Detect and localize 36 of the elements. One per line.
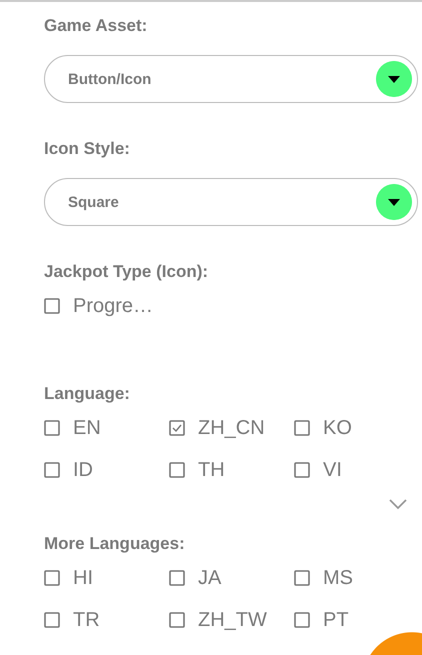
checkbox-icon[interactable] xyxy=(44,420,60,436)
checkbox-icon[interactable] xyxy=(44,298,60,314)
field-label: Game Asset: xyxy=(44,16,148,36)
dropdown-icon xyxy=(376,184,412,220)
field-label: Icon Style: xyxy=(44,139,131,159)
checkbox-icon[interactable] xyxy=(294,462,310,478)
dropdown-select[interactable]: Square xyxy=(44,178,418,226)
checkbox-option[interactable]: MS xyxy=(294,566,353,590)
checked-checkbox-icon[interactable] xyxy=(169,420,185,436)
checkbox-option[interactable]: JA xyxy=(169,566,222,590)
checkbox-option[interactable]: VI xyxy=(294,458,342,482)
checkbox-icon[interactable] xyxy=(169,462,185,478)
checkbox-icon[interactable] xyxy=(169,612,185,628)
checkbox-option[interactable]: ZH_CN xyxy=(169,416,265,440)
dropdown-icon xyxy=(376,61,412,97)
chevron-down-icon[interactable] xyxy=(388,498,408,510)
checkbox-option[interactable]: PT xyxy=(294,608,349,632)
checkbox-icon[interactable] xyxy=(44,612,60,628)
checkbox-option[interactable]: ZH_TW xyxy=(169,608,267,632)
section-label: More Languages: xyxy=(44,534,186,554)
dropdown-select[interactable]: Button/Icon xyxy=(44,55,418,103)
checkbox-icon[interactable] xyxy=(294,420,310,436)
checkbox-icon[interactable] xyxy=(169,570,185,586)
checkbox-option[interactable]: HI xyxy=(44,566,93,590)
checkbox-option[interactable]: KO xyxy=(294,416,352,440)
checkbox-option[interactable]: EN xyxy=(44,416,101,440)
checkbox-option[interactable]: ID xyxy=(44,458,93,482)
checkbox-icon[interactable] xyxy=(44,570,60,586)
checkbox-option[interactable]: TR xyxy=(44,608,100,632)
checkbox-option[interactable]: TH xyxy=(169,458,225,482)
section-label: Language: xyxy=(44,384,131,404)
checkbox-icon[interactable] xyxy=(294,570,310,586)
checkbox-option[interactable]: Progre… xyxy=(44,294,154,318)
section-label: Jackpot Type (Icon): xyxy=(44,262,210,282)
checkbox-icon[interactable] xyxy=(294,612,310,628)
checkbox-icon[interactable] xyxy=(44,462,60,478)
